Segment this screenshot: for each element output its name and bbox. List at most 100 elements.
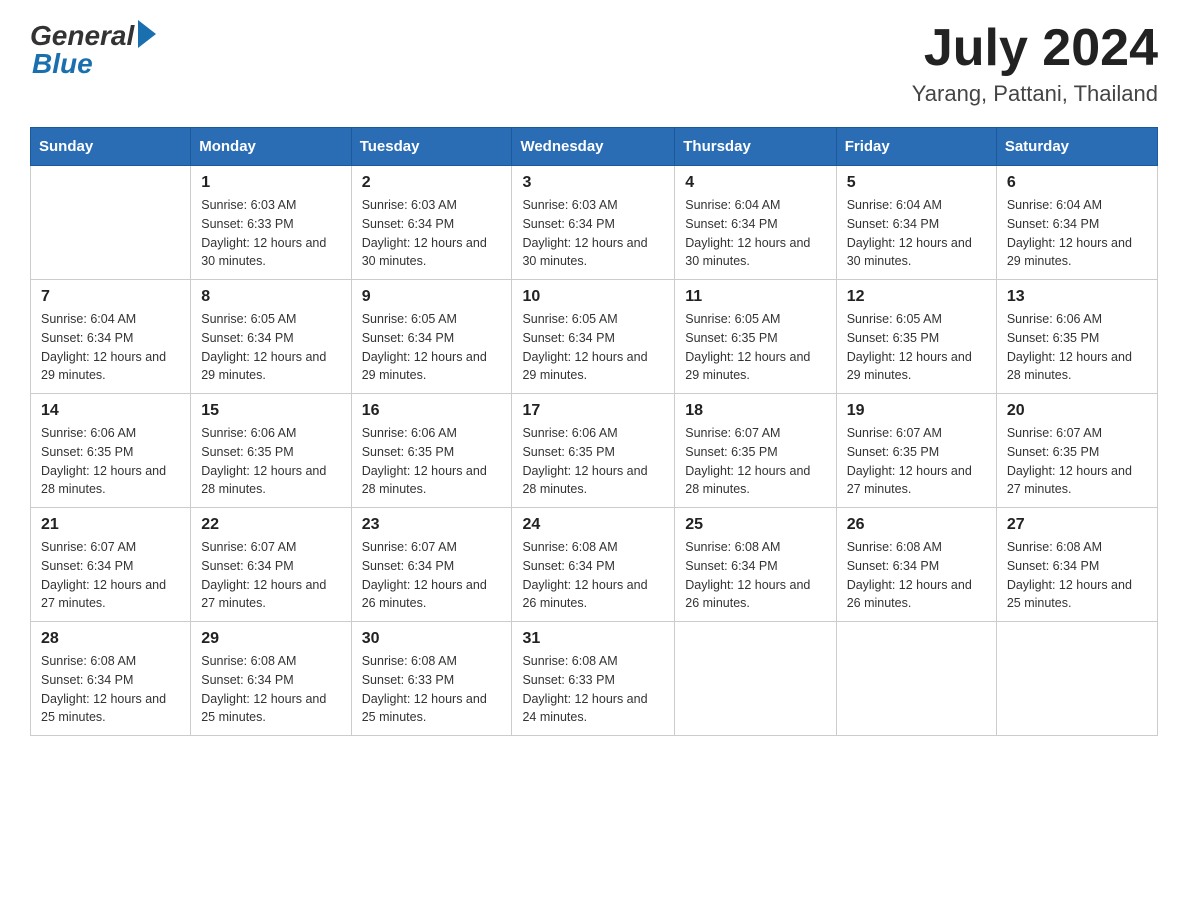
day-number: 25 [685, 516, 825, 534]
calendar-cell: 21Sunrise: 6:07 AMSunset: 6:34 PMDayligh… [31, 508, 191, 622]
day-info: Sunrise: 6:05 AMSunset: 6:35 PMDaylight:… [685, 310, 825, 385]
location-title: Yarang, Pattani, Thailand [912, 81, 1158, 107]
day-number: 19 [847, 402, 986, 420]
day-number: 6 [1007, 174, 1147, 192]
day-info: Sunrise: 6:08 AMSunset: 6:34 PMDaylight:… [685, 538, 825, 613]
calendar-cell: 18Sunrise: 6:07 AMSunset: 6:35 PMDayligh… [675, 394, 836, 508]
day-info: Sunrise: 6:06 AMSunset: 6:35 PMDaylight:… [522, 424, 664, 499]
day-number: 17 [522, 402, 664, 420]
calendar-cell: 22 Sunrise: 6:07 AMSunset: 6:34 PMDayligh… [191, 508, 351, 622]
day-info: Sunrise: 6:07 AMSunset: 6:35 PMDaylight:… [1007, 424, 1147, 499]
day-number: 10 [522, 288, 664, 306]
day-number: 23 [362, 516, 502, 534]
calendar-cell: 9 Sunrise: 6:05 AMSunset: 6:34 PMDaylight… [351, 280, 512, 394]
day-info: Sunrise: 6:03 AMSunset: 6:34 PMDaylight:… [362, 196, 502, 271]
logo-blue-text: Blue [30, 48, 93, 80]
day-number: 14 [41, 402, 180, 420]
day-info: Sunrise: 6:04 AMSunset: 6:34 PMDaylight:… [1007, 196, 1147, 271]
calendar-cell: 30Sunrise: 6:08 AMSunset: 6:33 PMDayligh… [351, 622, 512, 736]
calendar-week-row: 14 Sunrise: 6:06 AMSunset: 6:35 PMDayligh… [31, 394, 1158, 508]
day-number: 11 [685, 288, 825, 306]
day-info: Sunrise: 6:08 AMSunset: 6:34 PMDaylight:… [41, 652, 180, 727]
day-number: 27 [1007, 516, 1147, 534]
calendar-cell: 23 Sunrise: 6:07 AMSunset: 6:34 PMDayligh… [351, 508, 512, 622]
day-number: 21 [41, 516, 180, 534]
calendar-table: SundayMondayTuesdayWednesdayThursdayFrid… [30, 127, 1158, 736]
calendar-cell [31, 166, 191, 280]
calendar-header-tuesday: Tuesday [351, 128, 512, 166]
day-number: 31 [522, 630, 664, 648]
calendar-cell: 12Sunrise: 6:05 AMSunset: 6:35 PMDayligh… [836, 280, 996, 394]
day-info: Sunrise: 6:07 AMSunset: 6:35 PMDaylight:… [847, 424, 986, 499]
day-number: 3 [522, 174, 664, 192]
page-header: General Blue July 2024 Yarang, Pattani, … [30, 20, 1158, 107]
calendar-cell: 4 Sunrise: 6:04 AMSunset: 6:34 PMDaylight… [675, 166, 836, 280]
day-number: 12 [847, 288, 986, 306]
month-year-title: July 2024 [912, 20, 1158, 77]
calendar-cell: 8 Sunrise: 6:05 AMSunset: 6:34 PMDaylight… [191, 280, 351, 394]
day-number: 16 [362, 402, 502, 420]
day-info: Sunrise: 6:04 AMSunset: 6:34 PMDaylight:… [847, 196, 986, 271]
logo-arrow-icon [138, 20, 156, 48]
day-number: 1 [201, 174, 340, 192]
day-info: Sunrise: 6:05 AMSunset: 6:34 PMDaylight:… [522, 310, 664, 385]
calendar-cell [675, 622, 836, 736]
calendar-cell: 29 Sunrise: 6:08 AMSunset: 6:34 PMDayligh… [191, 622, 351, 736]
calendar-cell: 31 Sunrise: 6:08 AMSunset: 6:33 PMDayligh… [512, 622, 675, 736]
day-info: Sunrise: 6:05 AMSunset: 6:34 PMDaylight:… [362, 310, 502, 385]
calendar-cell: 5 Sunrise: 6:04 AMSunset: 6:34 PMDaylight… [836, 166, 996, 280]
calendar-cell: 11 Sunrise: 6:05 AMSunset: 6:35 PMDayligh… [675, 280, 836, 394]
calendar-cell: 15 Sunrise: 6:06 AMSunset: 6:35 PMDayligh… [191, 394, 351, 508]
day-info: Sunrise: 6:04 AMSunset: 6:34 PMDaylight:… [685, 196, 825, 271]
day-number: 15 [201, 402, 340, 420]
day-info: Sunrise: 6:08 AMSunset: 6:34 PMDaylight:… [847, 538, 986, 613]
calendar-cell: 7Sunrise: 6:04 AMSunset: 6:34 PMDaylight… [31, 280, 191, 394]
day-info: Sunrise: 6:07 AMSunset: 6:34 PMDaylight:… [201, 538, 340, 613]
title-block: July 2024 Yarang, Pattani, Thailand [912, 20, 1158, 107]
calendar-week-row: 1 Sunrise: 6:03 AMSunset: 6:33 PMDaylight… [31, 166, 1158, 280]
day-number: 29 [201, 630, 340, 648]
day-number: 24 [522, 516, 664, 534]
day-info: Sunrise: 6:08 AMSunset: 6:34 PMDaylight:… [201, 652, 340, 727]
calendar-cell: 14 Sunrise: 6:06 AMSunset: 6:35 PMDayligh… [31, 394, 191, 508]
calendar-cell: 28 Sunrise: 6:08 AMSunset: 6:34 PMDayligh… [31, 622, 191, 736]
day-number: 28 [41, 630, 180, 648]
day-number: 13 [1007, 288, 1147, 306]
calendar-cell: 19 Sunrise: 6:07 AMSunset: 6:35 PMDayligh… [836, 394, 996, 508]
calendar-cell: 16 Sunrise: 6:06 AMSunset: 6:35 PMDayligh… [351, 394, 512, 508]
calendar-header-friday: Friday [836, 128, 996, 166]
calendar-header-thursday: Thursday [675, 128, 836, 166]
calendar-cell: 20 Sunrise: 6:07 AMSunset: 6:35 PMDayligh… [996, 394, 1157, 508]
day-number: 30 [362, 630, 502, 648]
day-number: 2 [362, 174, 502, 192]
day-info: Sunrise: 6:03 AMSunset: 6:33 PMDaylight:… [201, 196, 340, 271]
calendar-week-row: 28 Sunrise: 6:08 AMSunset: 6:34 PMDayligh… [31, 622, 1158, 736]
day-info: Sunrise: 6:06 AMSunset: 6:35 PMDaylight:… [201, 424, 340, 499]
day-number: 9 [362, 288, 502, 306]
day-number: 5 [847, 174, 986, 192]
calendar-cell: 25 Sunrise: 6:08 AMSunset: 6:34 PMDayligh… [675, 508, 836, 622]
day-number: 8 [201, 288, 340, 306]
day-info: Sunrise: 6:06 AMSunset: 6:35 PMDaylight:… [362, 424, 502, 499]
day-info: Sunrise: 6:06 AMSunset: 6:35 PMDaylight:… [41, 424, 180, 499]
calendar-week-row: 21 Sunrise: 6:07 AMSunset: 6:34 PMDayligh… [31, 508, 1158, 622]
calendar-cell [996, 622, 1157, 736]
calendar-cell: 26 Sunrise: 6:08 AMSunset: 6:34 PMDayligh… [836, 508, 996, 622]
calendar-cell: 10 Sunrise: 6:05 AMSunset: 6:34 PMDayligh… [512, 280, 675, 394]
day-number: 26 [847, 516, 986, 534]
day-info: Sunrise: 6:08 AMSunset: 6:33 PMDaylight:… [522, 652, 664, 727]
day-number: 18 [685, 402, 825, 420]
day-info: Sunrise: 6:08 AMSunset: 6:34 PMDaylight:… [522, 538, 664, 613]
day-number: 20 [1007, 402, 1147, 420]
calendar-header-row: SundayMondayTuesdayWednesdayThursdayFrid… [31, 128, 1158, 166]
day-info: Sunrise: 6:07 AMSunset: 6:34 PMDaylight:… [362, 538, 502, 613]
calendar-cell: 6 Sunrise: 6:04 AMSunset: 6:34 PMDaylight… [996, 166, 1157, 280]
calendar-header-monday: Monday [191, 128, 351, 166]
day-info: Sunrise: 6:05 AMSunset: 6:34 PMDaylight:… [201, 310, 340, 385]
logo: General Blue [30, 20, 156, 80]
day-info: Sunrise: 6:08 AMSunset: 6:34 PMDaylight:… [1007, 538, 1147, 613]
calendar-week-row: 7Sunrise: 6:04 AMSunset: 6:34 PMDaylight… [31, 280, 1158, 394]
calendar-header-saturday: Saturday [996, 128, 1157, 166]
day-number: 22 [201, 516, 340, 534]
day-number: 4 [685, 174, 825, 192]
